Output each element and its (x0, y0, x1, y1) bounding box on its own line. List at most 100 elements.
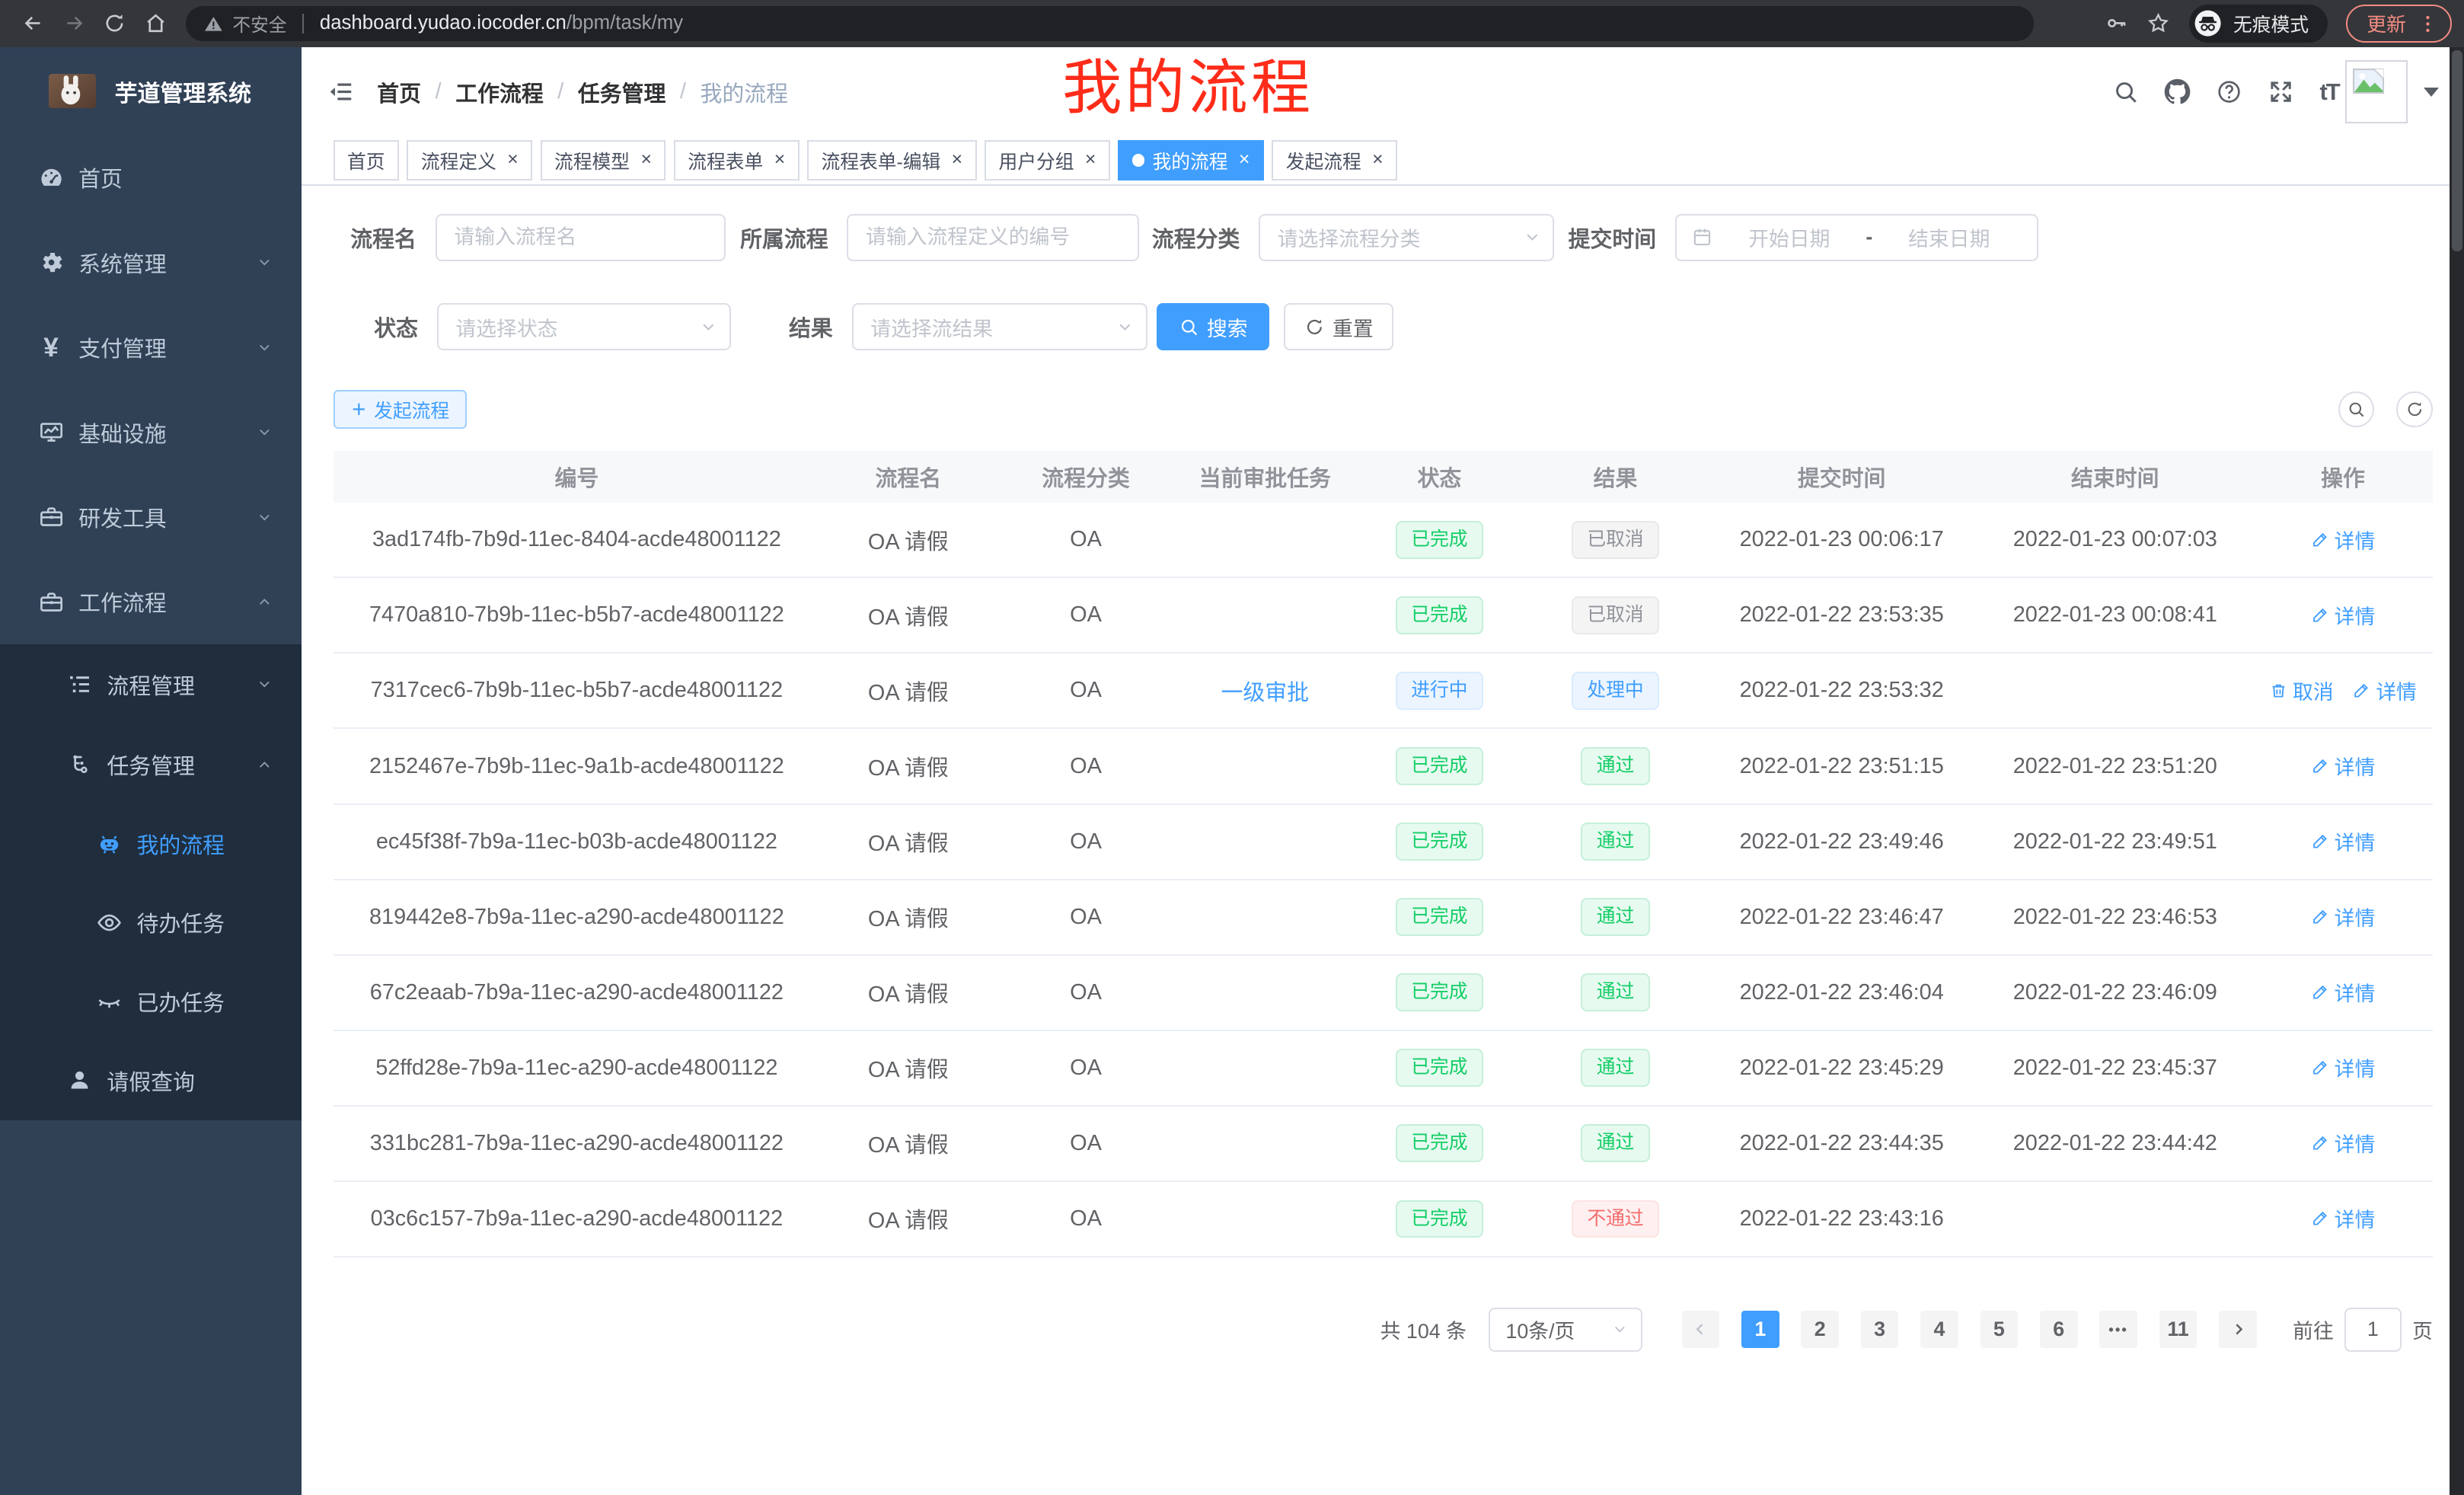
tab-流程定义[interactable]: 流程定义× (407, 140, 532, 181)
goto-suffix: 页 (2412, 1315, 2433, 1344)
address-bar[interactable]: 不安全 dashboard.yudao.iocoder.cn/bpm/task/… (186, 6, 2034, 40)
detail-action-link[interactable]: 详情 (2311, 751, 2376, 781)
table-refresh-button[interactable] (2396, 391, 2432, 427)
pager-page-3[interactable]: 3 (1861, 1311, 1899, 1349)
sidebar-item-home[interactable]: 首页 (0, 135, 302, 219)
sidebar-item-system[interactable]: 系统管理 (0, 220, 302, 305)
font-size-icon[interactable]: tT (2320, 78, 2339, 106)
cell-end-time: 2022-01-22 23:46:09 (1977, 980, 2253, 1005)
tab-label: 用户分组 (998, 147, 1074, 174)
detail-action-link[interactable]: 详情 (2352, 676, 2417, 705)
tab-首页[interactable]: 首页 (334, 140, 400, 181)
cell-result: 已取消 (1524, 596, 1706, 634)
window-scrollbar[interactable] (2450, 47, 2464, 1495)
sidebar-collapse-icon[interactable] (314, 65, 368, 119)
page-size-select[interactable]: 10条/页 (1489, 1308, 1642, 1352)
pager-prev-button[interactable] (1682, 1311, 1720, 1349)
breadcrumb-item[interactable]: 首页 (377, 76, 421, 108)
detail-action-link[interactable]: 详情 (2311, 1203, 2376, 1233)
pager-page-1[interactable]: 1 (1741, 1311, 1779, 1349)
result-select[interactable]: 请选择流结果 (852, 303, 1147, 350)
pager-page-11[interactable]: 11 (2159, 1311, 2197, 1349)
column-header: 当前审批任务 (1176, 461, 1355, 493)
category-select[interactable]: 请选择流程分类 (1259, 214, 1554, 261)
incognito-badge: 无痕模式 (2189, 5, 2328, 43)
tab-close-icon[interactable]: × (952, 151, 962, 170)
sidebar-item-infrastructure[interactable]: 基础设施 (0, 390, 302, 474)
cell-process-id: 67c2eaab-7b9a-11ec-a290-acde48001122 (334, 980, 821, 1005)
tab-close-icon[interactable]: × (1239, 151, 1250, 170)
table-body: 3ad174fb-7b9d-11ec-8404-acde48001122OA 请… (334, 503, 2433, 1257)
detail-action-link[interactable]: 详情 (2311, 1128, 2376, 1158)
submit-time-range-picker[interactable]: 开始日期 - 结束日期 (1675, 214, 2038, 261)
sidebar-item-payment[interactable]: ¥支付管理 (0, 305, 302, 389)
tags-view-bar: 首页流程定义×流程模型×流程表单×流程表单-编辑×用户分组×我的流程×发起流程× (302, 137, 2464, 186)
sidebar-item-label: 待办任务 (137, 906, 225, 938)
detail-action-link[interactable]: 详情 (2311, 1053, 2376, 1082)
cell-process-id: ec45f38f-7b9a-11ec-b03b-acde48001122 (334, 829, 821, 855)
table-search-toggle-button[interactable] (2338, 391, 2374, 427)
browser-update-button[interactable]: 更新 (2346, 5, 2451, 43)
breadcrumb-item[interactable]: 任务管理 (578, 76, 666, 108)
sidebar-item-leave-query[interactable]: 请假查询 (0, 1040, 302, 1120)
detail-action-link[interactable]: 详情 (2311, 826, 2376, 856)
github-icon[interactable] (2164, 78, 2191, 105)
tab-流程表单-编辑[interactable]: 流程表单-编辑× (807, 140, 977, 181)
tab-流程模型[interactable]: 流程模型× (541, 140, 666, 181)
search-icon[interactable] (2112, 78, 2139, 105)
edit-icon (2311, 1058, 2330, 1077)
detail-action-link[interactable]: 详情 (2311, 525, 2376, 554)
update-label: 更新 (2367, 9, 2406, 37)
fullscreen-icon[interactable] (2268, 78, 2294, 105)
browser-menu-icon[interactable] (2417, 13, 2439, 35)
detail-action-link[interactable]: 详情 (2311, 600, 2376, 630)
key-icon[interactable] (2105, 11, 2128, 35)
tab-close-icon[interactable]: × (640, 151, 651, 170)
sidebar-item-todo-tasks[interactable]: 待办任务 (0, 883, 302, 962)
sidebar-item-dev-tools[interactable]: 研发工具 (0, 474, 302, 559)
tab-我的流程[interactable]: 我的流程× (1118, 140, 1264, 181)
search-button[interactable]: 搜索 (1157, 303, 1270, 350)
sidebar-item-process-management[interactable]: 流程管理 (0, 644, 302, 724)
tab-发起流程[interactable]: 发起流程× (1272, 140, 1397, 181)
tab-流程表单[interactable]: 流程表单 × (674, 140, 800, 181)
cancel-action-link[interactable]: 取消 (2269, 676, 2334, 705)
definition-input[interactable] (847, 214, 1139, 261)
app-logo[interactable]: 芋道管理系统 (0, 47, 302, 136)
current-task-link[interactable]: 一级审批 (1221, 681, 1310, 705)
tab-label: 流程表单 (688, 147, 763, 174)
browser-back-icon[interactable] (13, 3, 54, 44)
pager-page-4[interactable]: 4 (1920, 1311, 1958, 1349)
browser-home-icon[interactable] (135, 3, 176, 44)
bookmark-star-icon[interactable] (2146, 11, 2170, 35)
sidebar-item-my-process[interactable]: 我的流程 (0, 805, 302, 883)
sidebar-item-done-tasks[interactable]: 已办任务 (0, 962, 302, 1040)
tab-用户分组[interactable]: 用户分组 × (985, 140, 1110, 181)
tab-close-icon[interactable]: × (1085, 151, 1096, 170)
scrollbar-thumb[interactable] (2452, 50, 2462, 251)
process-name-input[interactable] (436, 214, 726, 261)
goto-page-input[interactable] (2344, 1308, 2401, 1352)
avatar-caret-icon[interactable] (2424, 88, 2439, 97)
sidebar-item-task-management[interactable]: 任务管理 (0, 724, 302, 804)
tab-close-icon[interactable]: × (507, 151, 518, 170)
browser-forward-icon[interactable] (53, 3, 94, 44)
detail-action-link[interactable]: 详情 (2311, 902, 2376, 931)
pager-page-5[interactable]: 5 (1980, 1311, 2019, 1349)
pager-page-2[interactable]: 2 (1801, 1311, 1839, 1349)
breadcrumb-item[interactable]: 工作流程 (455, 76, 544, 108)
browser-reload-icon[interactable] (94, 3, 136, 44)
detail-action-link[interactable]: 详情 (2311, 977, 2376, 1007)
help-icon[interactable] (2216, 78, 2242, 105)
pager-ellipsis[interactable]: ••• (2099, 1311, 2137, 1349)
pager-next-button[interactable] (2219, 1311, 2257, 1349)
pager-page-6[interactable]: 6 (2040, 1311, 2078, 1349)
status-select[interactable]: 请选择状态 (437, 303, 731, 350)
action-label: 详情 (2335, 1203, 2376, 1233)
avatar[interactable] (2345, 60, 2408, 123)
tab-close-icon[interactable]: × (1372, 151, 1383, 170)
create-process-button[interactable]: 发起流程 (334, 390, 467, 430)
tab-close-icon[interactable]: × (774, 151, 785, 170)
sidebar-item-workflow[interactable]: 工作流程 (0, 560, 302, 644)
reset-button[interactable]: 重置 (1284, 303, 1393, 350)
